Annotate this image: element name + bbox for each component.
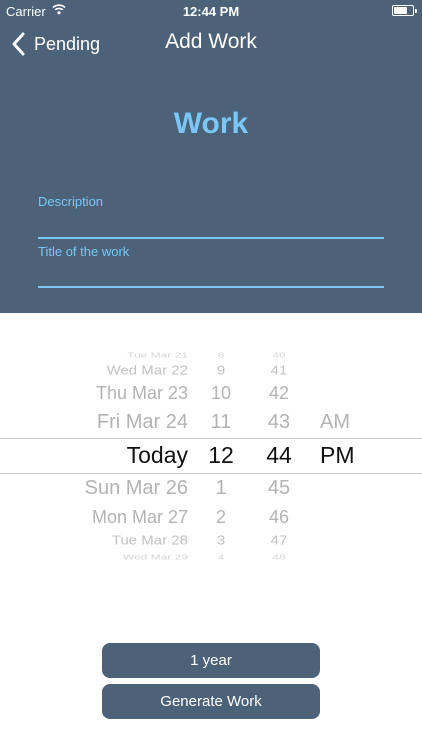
date-time-picker[interactable]: Tue Mar 21 8 40 Wed Mar 22 9 41 Thu Mar 23 10 42… — [0, 313, 422, 603]
picker-hour-cell: 12 — [208, 442, 234, 469]
status-bar: Carrier 12:44 PM — [0, 0, 422, 22]
form-header-area: Carrier 12:44 PM Pending Add Work Work D… — [0, 0, 422, 313]
picker-date-cell: Tue Mar 28 — [111, 533, 188, 548]
picker-minute-cell: 41 — [270, 363, 288, 378]
description-input[interactable] — [38, 237, 384, 239]
picker-minute-cell: 43 — [267, 411, 291, 433]
picker-hour-cell: 4 — [217, 552, 225, 562]
picker-date-cell: Wed Mar 29 — [122, 552, 188, 562]
picker-row[interactable]: Fri Mar 24 11 43 AM — [0, 411, 422, 435]
picker-date-cell: Today — [126, 442, 188, 469]
picker-minute-cell: 46 — [268, 507, 290, 528]
picker-date-cell: Tue Mar 21 — [127, 350, 188, 360]
picker-hour-cell: 3 — [216, 533, 226, 548]
picker-row[interactable]: Tue Mar 21 8 40 — [0, 351, 422, 360]
picker-hour-cell: 10 — [210, 383, 232, 404]
picker-date-cell: Sun Mar 26 — [84, 477, 188, 499]
picker-hour-cell: 1 — [215, 477, 227, 499]
title-input-placeholder: Title of the work — [38, 244, 130, 259]
picker-row-selected[interactable]: Today 12 44 PM — [0, 442, 422, 470]
picker-selection-bottom-line — [0, 473, 422, 474]
picker-date-cell: Fri Mar 24 — [96, 411, 188, 433]
picker-minute-cell: 44 — [266, 442, 292, 469]
picker-minute-cell: 47 — [270, 533, 288, 548]
page-title: Add Work — [165, 30, 257, 53]
picker-hour-cell: 11 — [210, 411, 232, 433]
description-label: Description — [38, 194, 104, 209]
picker-date-cell: Thu Mar 23 — [95, 383, 188, 404]
picker-minute-cell: 48 — [272, 552, 286, 562]
picker-row[interactable]: Sun Mar 26 1 45 — [0, 477, 422, 501]
picker-row[interactable]: Wed Mar 22 9 41 — [0, 363, 422, 378]
battery-icon — [392, 5, 417, 16]
picker-minute-cell: 40 — [272, 350, 286, 360]
generate-work-button[interactable]: Generate Work — [102, 684, 320, 719]
picker-date-cell: Wed Mar 22 — [106, 363, 188, 378]
navigation-bar: Pending Add Work — [0, 22, 422, 66]
picker-minute-cell: 45 — [267, 477, 291, 499]
picker-minute-cell: 42 — [268, 383, 290, 404]
picker-selection-top-line — [0, 438, 422, 439]
picker-row[interactable]: Mon Mar 27 2 46 — [0, 507, 422, 529]
picker-hour-cell: 9 — [216, 363, 226, 378]
section-title: Work — [173, 107, 249, 140]
title-input[interactable] — [38, 286, 384, 288]
picker-row[interactable]: Thu Mar 23 10 42 — [0, 383, 422, 405]
picker-row[interactable]: Tue Mar 28 3 47 — [0, 533, 422, 548]
status-time: 12:44 PM — [182, 4, 240, 19]
picker-period-cell: PM — [320, 442, 355, 469]
picker-row[interactable]: Wed Mar 29 4 48 — [0, 553, 422, 562]
duration-button[interactable]: 1 year — [102, 643, 320, 678]
picker-period-cell: AM — [320, 411, 350, 433]
picker-hour-cell: 8 — [217, 350, 225, 360]
picker-date-cell: Mon Mar 27 — [91, 507, 188, 528]
picker-hour-cell: 2 — [215, 507, 226, 528]
